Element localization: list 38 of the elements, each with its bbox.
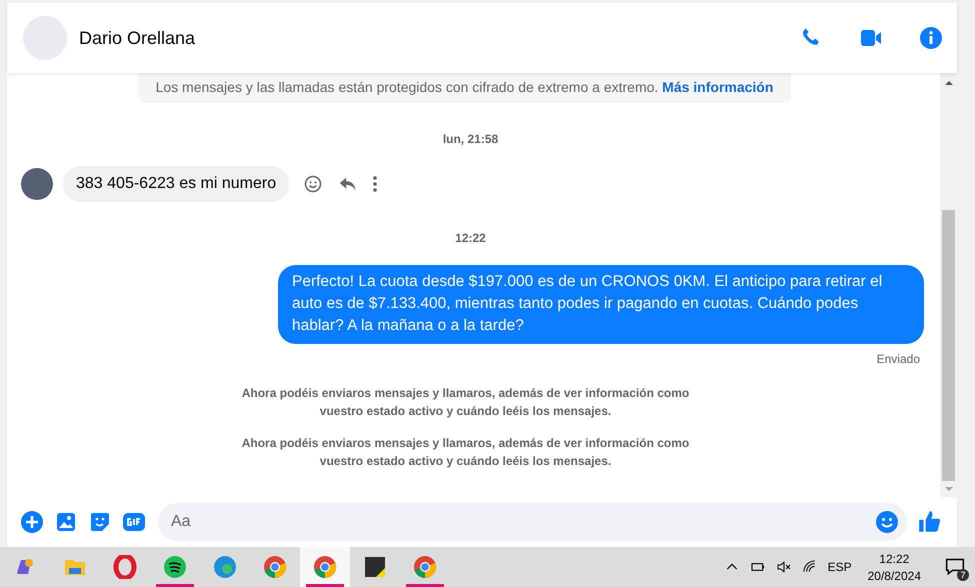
plus-icon [20, 510, 44, 534]
encryption-notice: Los mensajes y las llamadas están protegidos con cifrado de extremo a extremo. Más información [138, 73, 792, 103]
avatar [21, 168, 53, 200]
more-button[interactable] [373, 176, 378, 192]
system-message: Ahora podéis enviaros mensajes y llamaros, además de ver información como vuestro estado activo y cuándo leéis los mensajes. [240, 385, 690, 420]
clock[interactable]: 12:22 20/8/2024 [868, 552, 921, 582]
emoji-icon [875, 510, 899, 534]
timestamp: 12:22 [455, 231, 486, 245]
gif-button[interactable] [122, 510, 146, 534]
thumbs-up-icon [917, 509, 943, 535]
message-bubble: Perfecto! La cuota desde $197.000 es de un CRONOS 0KM. El anticipo para retirar el auto es de $7.133.400, mientras tanto podes ir pagando en cuotas. Cuándo podes hablar? A la mañana o a la tarde? [278, 265, 924, 344]
more-icon [373, 176, 378, 192]
delivery-status: Enviado [876, 352, 920, 366]
contact-name: Dario Orellana [79, 28, 196, 48]
more-info-link[interactable]: Más información [662, 79, 774, 95]
scrollbar[interactable] [940, 73, 957, 497]
like-button[interactable] [917, 509, 943, 535]
message-input[interactable]: Aa [158, 503, 907, 541]
language-indicator[interactable]: ESP [828, 560, 852, 574]
message-bubble: 383 405-6223 es mi numero [63, 166, 290, 202]
smiley-icon [303, 174, 324, 194]
info-icon [919, 26, 943, 50]
add-button[interactable] [20, 510, 44, 534]
notification-count: 7 [957, 569, 969, 581]
photo-button[interactable] [54, 510, 78, 534]
timestamp: lun, 21:58 [442, 132, 498, 146]
notifications-button[interactable]: 7 [945, 557, 965, 577]
emoji-button[interactable] [303, 174, 324, 194]
sticker-button[interactable] [88, 510, 112, 534]
taskbar-app[interactable] [300, 547, 350, 587]
message-icon [945, 557, 965, 577]
emoji-button[interactable] [875, 510, 899, 534]
info-button[interactable] [919, 26, 943, 50]
muted-speaker-icon [776, 559, 792, 575]
gif-icon [122, 510, 146, 534]
image-icon [54, 510, 78, 534]
sticker-icon [88, 510, 112, 534]
system-message: Ahora podéis enviaros mensajes y llamaros, además de ver información como vuestro estado activo y cuándo leéis los mensajes. [240, 435, 690, 470]
